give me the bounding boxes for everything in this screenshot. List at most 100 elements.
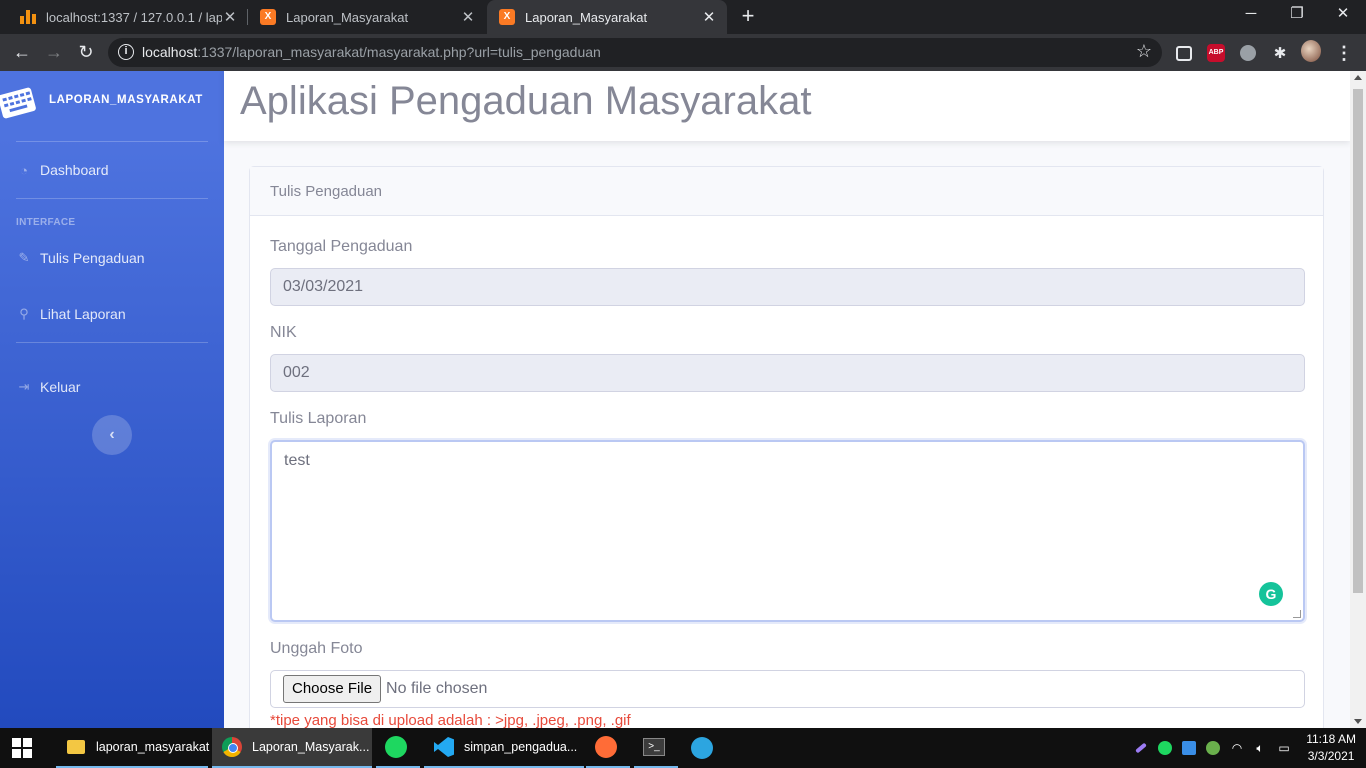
xampp-icon: X [499, 9, 515, 25]
windows-taskbar: laporan_masyarakat Laporan_Masyarak... s… [0, 728, 1366, 768]
page-scrollbar[interactable] [1350, 71, 1366, 728]
close-tab-icon[interactable]: ✕ [460, 8, 476, 26]
nik-label: NIK [270, 324, 297, 341]
taskbar-item-label: laporan_masyarakat [96, 740, 210, 754]
close-tab-icon[interactable]: ✕ [222, 8, 238, 26]
taskbar-item-label: simpan_pengadua... [464, 740, 578, 754]
system-clock[interactable]: 11:18 AM 3/3/2021 [1306, 731, 1356, 765]
sidebar-brand[interactable]: LAPORAN_MASYARAKAT [0, 71, 224, 133]
taskbar-item-postman[interactable] [586, 728, 630, 768]
extension-icon[interactable] [1174, 43, 1194, 63]
sidebar-divider [16, 342, 208, 343]
tab-title: Laporan_Masyarakat [286, 9, 409, 25]
page-title: Aplikasi Pengaduan Masyarakat [240, 79, 812, 123]
browser-tab-strip: localhost:1337 / 127.0.0.1 / lapor ✕ X L… [0, 0, 1366, 34]
file-type-note: *tipe yang bisa di upload adalah : >jpg,… [270, 712, 631, 728]
sidebar-item-label: Lihat Laporan [40, 306, 126, 322]
minimize-button[interactable]: ─ [1228, 0, 1274, 30]
spotify-icon [384, 735, 408, 759]
network-status-icon[interactable] [1181, 740, 1197, 756]
tab-phpmyadmin[interactable]: localhost:1337 / 127.0.0.1 / lapor ✕ [8, 0, 248, 34]
sidebar-item-dashboard[interactable]: ◔ Dashboard [16, 158, 109, 182]
sidebar-heading: INTERFACE [16, 217, 76, 228]
taskbar-item-explorer[interactable]: laporan_masyarakat [56, 728, 210, 768]
taskbar-item-spotify[interactable] [376, 728, 420, 768]
close-tab-icon[interactable]: ✕ [701, 8, 717, 26]
wifi-icon[interactable]: ◠ [1229, 740, 1245, 756]
address-bar[interactable]: i localhost:1337/laporan_masyarakat/masy… [108, 38, 1162, 67]
folder-icon [64, 735, 88, 759]
sidebar-item-label: Tulis Pengaduan [40, 250, 145, 266]
choose-file-button[interactable]: Choose File [283, 675, 382, 703]
telegram-icon [690, 736, 714, 760]
clock-date: 3/3/2021 [1307, 749, 1355, 763]
browser-menu-icon[interactable]: ⋮ [1334, 43, 1354, 63]
scrollbar-thumb[interactable] [1353, 89, 1363, 593]
laporan-label: Tulis Laporan [270, 410, 367, 427]
card-title: Tulis Pengaduan [250, 167, 1323, 216]
bookmark-star-icon[interactable]: ☆ [1136, 41, 1152, 62]
browser-toolbar: ← → ↻ i localhost:1337/laporan_masyaraka… [0, 34, 1366, 71]
clock-time: 11:18 AM [1306, 732, 1356, 746]
postman-icon [594, 735, 618, 759]
xampp-icon: X [260, 9, 276, 25]
main-content: Aplikasi Pengaduan Masyarakat Tulis Peng… [224, 71, 1350, 728]
taskbar-item-label: Laporan_Masyarak... [252, 740, 370, 754]
tab-laporan-active[interactable]: X Laporan_Masyarakat ✕ [487, 0, 727, 34]
back-button[interactable]: ← [10, 40, 34, 64]
tab-title: Laporan_Masyarakat [525, 9, 648, 25]
volume-icon[interactable]: 🔈︎ [1252, 740, 1268, 756]
resize-handle[interactable] [1293, 610, 1301, 618]
terminal-icon: >_ [642, 735, 666, 759]
tab-laporan-1[interactable]: X Laporan_Masyarakat ✕ [248, 0, 486, 34]
sidebar-item-label: Dashboard [40, 162, 109, 178]
tanggal-field[interactable]: 03/03/2021 [270, 268, 1305, 306]
sidebar-divider [16, 141, 208, 142]
sidebar-item-tulis-pengaduan[interactable]: ✎ Tulis Pengaduan [16, 246, 145, 270]
laporan-textarea[interactable]: test G [270, 440, 1305, 622]
windows-start-icon[interactable] [12, 738, 32, 758]
sidebar-item-label: Keluar [40, 379, 81, 395]
tray-app-icon[interactable] [1205, 740, 1221, 756]
taskbar-item-telegram[interactable] [682, 728, 726, 768]
profile-avatar[interactable] [1301, 40, 1321, 62]
sign-out-icon: ⇥ [18, 379, 30, 394]
sidebar-toggle-button[interactable]: ‹ [92, 415, 132, 455]
brand-title: LAPORAN_MASYARAKAT [49, 94, 203, 106]
laporan-text: test [284, 452, 310, 469]
extensions-puzzle-icon[interactable]: ✱ [1270, 43, 1290, 63]
extension-circle-icon[interactable] [1238, 43, 1258, 63]
nik-field[interactable]: 002 [270, 354, 1305, 392]
scroll-down-icon[interactable] [1354, 719, 1362, 724]
reload-button[interactable]: ↻ [74, 40, 98, 64]
new-tab-button[interactable]: + [736, 5, 760, 29]
info-icon[interactable]: i [118, 44, 134, 60]
file-status: No file chosen [386, 680, 488, 697]
edit-icon: ✎ [18, 250, 30, 265]
grammarly-icon[interactable]: G [1259, 582, 1283, 606]
restore-button[interactable]: ❐ [1274, 0, 1320, 30]
pen-icon[interactable] [1133, 740, 1149, 756]
chrome-icon [220, 735, 244, 759]
adblock-plus-icon[interactable]: ABP [1206, 43, 1226, 63]
vscode-icon [432, 735, 456, 759]
foto-label: Unggah Foto [270, 640, 363, 657]
forward-button[interactable]: → [42, 40, 66, 64]
keyboard-icon [0, 87, 37, 119]
page-viewport: LAPORAN_MASYARAKAT ◔ Dashboard INTERFACE… [0, 71, 1366, 728]
tanggal-label: Tanggal Pengaduan [270, 238, 413, 255]
battery-icon[interactable]: ▭ [1276, 740, 1292, 756]
file-input[interactable]: Choose File No file chosen [270, 670, 1305, 708]
topbar: Aplikasi Pengaduan Masyarakat [224, 71, 1350, 141]
url-text[interactable]: localhost:1337/laporan_masyarakat/masyar… [142, 44, 601, 60]
taskbar-item-chrome[interactable]: Laporan_Masyarak... [212, 728, 372, 768]
sidebar: LAPORAN_MASYARAKAT ◔ Dashboard INTERFACE… [0, 71, 224, 728]
sidebar-item-lihat-laporan[interactable]: ⚲ Lihat Laporan [16, 302, 126, 326]
taskbar-item-vscode[interactable]: simpan_pengadua... [424, 728, 584, 768]
dashboard-icon: ◔ [20, 162, 28, 178]
taskbar-item-terminal[interactable]: >_ [634, 728, 678, 768]
scroll-up-icon[interactable] [1354, 75, 1362, 80]
sidebar-item-keluar[interactable]: ⇥ Keluar [16, 375, 81, 399]
spotify-tray-icon[interactable] [1157, 740, 1173, 756]
close-window-button[interactable]: ✕ [1320, 0, 1366, 30]
